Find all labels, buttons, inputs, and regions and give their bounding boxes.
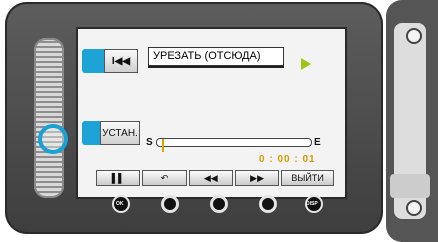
control-bar: ▌▌ ↶ ◀◀ ▶▶ ВЫЙТИ: [96, 170, 335, 186]
set-button-label: УСТАН.: [100, 121, 140, 145]
timeline-end-label: E: [314, 137, 321, 148]
title-underline: [148, 66, 284, 68]
side-slot: [390, 174, 430, 198]
screw-icon: [406, 28, 422, 44]
exit-button[interactable]: ВЫЙТИ: [281, 170, 335, 186]
camera-body: I◀◀ УРЕЗАТЬ (ОТСЮДА) УСТАН. S E 0 : 00 :…: [0, 0, 387, 242]
skip-back-button[interactable]: I◀◀: [82, 49, 138, 73]
timeline-marker[interactable]: [162, 139, 164, 152]
disp-label: DISP: [306, 201, 318, 207]
pause-button[interactable]: ▌▌: [96, 170, 141, 186]
slider-sensor[interactable]: [34, 38, 64, 198]
ok-label: OK: [116, 201, 124, 207]
timeline-start-label: S: [146, 137, 153, 148]
slider-touch-highlight: [38, 124, 68, 154]
timecode: 0 : 00 : 01: [259, 154, 316, 165]
hardware-button-2[interactable]: [210, 195, 228, 213]
rewind-icon: ◀◀: [203, 172, 218, 183]
screw-icon: [406, 200, 422, 216]
fast-forward-button[interactable]: ▶▶: [234, 170, 280, 186]
hardware-button-1[interactable]: [161, 195, 179, 213]
pause-icon: ▌▌: [111, 173, 125, 183]
hardware-button-3[interactable]: [259, 195, 277, 213]
exit-label: ВЫЙТИ: [291, 173, 324, 183]
undo-icon: ↶: [160, 172, 169, 183]
timeline-track: [156, 138, 312, 152]
screen-title: УРЕЗАТЬ (ОТСЮДА): [148, 47, 284, 66]
fast-forward-icon: ▶▶: [250, 172, 265, 183]
play-indicator-icon: [301, 58, 311, 70]
timeline[interactable]: S E: [146, 134, 324, 152]
button-side-highlight: [82, 121, 100, 145]
skip-back-icon: I◀◀: [104, 49, 138, 73]
button-side-highlight: [82, 49, 104, 73]
rewind-button[interactable]: ◀◀: [188, 170, 233, 186]
set-button[interactable]: УСТАН.: [82, 121, 140, 145]
undo-button[interactable]: ↶: [142, 170, 187, 186]
